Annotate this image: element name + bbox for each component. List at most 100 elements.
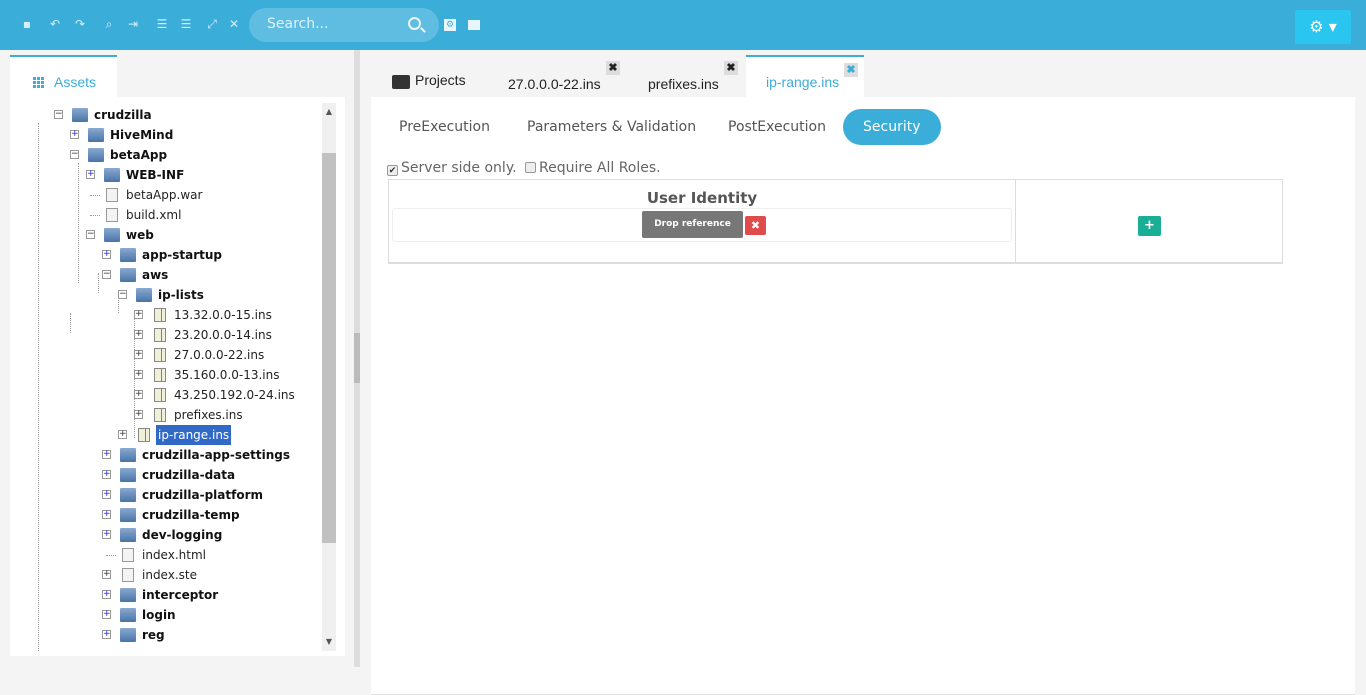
tree-item[interactable]: build.xml [10,205,322,225]
tree-item-label[interactable]: crudzilla-platform [140,485,265,505]
expand-toggle-icon[interactable]: + [102,530,111,539]
tree-item[interactable]: + WEB-INF [10,165,322,185]
collapse-toggle-icon[interactable]: − [70,150,79,159]
tab-27-ins[interactable]: 27.0.0.0-22.ins ✖ [492,59,622,101]
tree-item-label[interactable]: 43.250.192.0-24.ins [172,385,297,405]
tree-item[interactable]: − web [10,225,322,245]
expand-toggle-icon[interactable]: + [102,630,111,639]
server-side-only-checkbox[interactable]: ✔ [387,165,398,176]
expand-toggle-icon[interactable]: + [102,490,111,499]
tree-item[interactable]: +35.160.0.0-13.ins [10,365,322,385]
tree-item[interactable]: betaApp.war [10,185,322,205]
expand-toggle-icon[interactable]: + [134,350,143,359]
tree-item[interactable]: + ip-range.ins [10,425,322,445]
require-all-roles-checkbox[interactable] [525,162,537,173]
drop-reference-zone[interactable]: Drop reference here. [642,211,743,256]
expand-toggle-icon[interactable]: + [118,430,127,439]
subtab-parameters-validation[interactable]: Parameters & Validation [507,109,716,145]
expand-toggle-icon[interactable]: + [102,510,111,519]
tree-item[interactable]: + crudzilla-app-settings [10,445,322,465]
tree-item[interactable]: + crudzilla-temp [10,505,322,525]
tree-item-label[interactable]: 23.20.0.0-14.ins [172,325,274,345]
tree-item-label[interactable]: WEB-INF [124,165,186,185]
expand-toggle-icon[interactable]: + [102,450,111,459]
delete-button[interactable]: ✖ [745,216,766,235]
tree-scrollbar[interactable]: ▲ ▼ [322,103,336,651]
add-button[interactable]: + [1138,216,1161,236]
tree-item-label[interactable]: betaApp [108,145,169,165]
expand-toggle-icon[interactable]: + [86,170,95,179]
tree-item-label[interactable]: dev-logging [140,525,224,545]
expand-toggle-icon[interactable]: + [102,610,111,619]
collapse-icon[interactable]: ✕ [227,17,241,31]
expand-icon[interactable]: ⤢ [205,17,219,31]
scroll-thumb[interactable] [322,153,336,543]
tree-item[interactable]: − betaApp [10,145,322,165]
scroll-down-arrow[interactable]: ▼ [322,635,336,649]
expand-toggle-icon[interactable]: + [102,570,111,579]
close-icon[interactable]: ✖ [724,61,738,75]
tree-item[interactable]: − crudzilla [10,105,322,125]
tab-ip-range-ins[interactable]: ip-range.ins ✖ [746,55,864,97]
scroll-up-arrow[interactable]: ▲ [322,105,336,119]
tree-item[interactable]: +13.32.0.0-15.ins [10,305,322,325]
tree-item[interactable]: + interceptor [10,585,322,605]
find-icon[interactable]: ⌕ [102,17,116,31]
tree-item[interactable]: + crudzilla-data [10,465,322,485]
expand-toggle-icon[interactable]: + [102,470,111,479]
tab-prefixes-ins[interactable]: prefixes.ins ✖ [630,59,745,101]
tab-projects[interactable]: Projects [380,55,500,97]
close-icon[interactable]: ✖ [844,63,858,77]
tree-item-label[interactable]: crudzilla-temp [140,505,242,525]
align-left-icon[interactable]: ☰ [155,17,169,31]
panel-icon[interactable] [468,20,480,30]
tree-item-label[interactable]: crudzilla [92,105,154,125]
collapse-toggle-icon[interactable]: − [54,110,63,119]
tree-item-label[interactable]: ip-lists [156,285,206,305]
server-side-only-option[interactable]: ✔ Server side only. Require All Roles. [387,160,661,176]
tree-item-label[interactable]: betaApp.war [124,185,204,205]
expand-toggle-icon[interactable]: + [70,130,79,139]
settings-dropdown-button[interactable]: ⚙ ▾ [1295,10,1351,44]
expand-toggle-icon[interactable]: + [134,370,143,379]
tree-item-label[interactable]: app-startup [140,245,224,265]
tree-item-label[interactable]: 27.0.0.0-22.ins [172,345,266,365]
tree-item[interactable]: − aws [10,265,322,285]
tree-item-label[interactable]: 35.160.0.0-13.ins [172,365,282,385]
redo-icon[interactable]: ↷ [73,17,87,31]
tree-item[interactable]: + app-startup [10,245,322,265]
expand-toggle-icon[interactable]: + [134,330,143,339]
tree-item[interactable]: +43.250.192.0-24.ins [10,385,322,405]
settings-small-icon[interactable]: ⚙ [444,19,456,31]
search-input[interactable] [267,16,397,32]
tree-item[interactable]: +27.0.0.0-22.ins [10,345,322,365]
tree-item-label[interactable]: login [140,605,178,625]
tree-item-label[interactable]: build.xml [124,205,183,225]
close-icon[interactable]: ✖ [606,61,620,75]
tree-item-label[interactable]: index.html [140,545,208,565]
tree-item-label[interactable]: ip-range.ins [156,425,232,445]
tree-item-label[interactable]: reg [140,625,167,645]
tree-item-label[interactable]: 13.32.0.0-15.ins [172,305,274,325]
tree-item-label[interactable]: crudzilla-data [140,465,237,485]
tree-item[interactable]: + dev-logging [10,525,322,545]
undo-icon[interactable]: ↶ [48,17,62,31]
tree-item[interactable]: + reg [10,625,322,645]
expand-toggle-icon[interactable]: + [102,250,111,259]
expand-toggle-icon[interactable]: + [102,590,111,599]
expand-toggle-icon[interactable]: + [134,410,143,419]
tree-item[interactable]: +23.20.0.0-14.ins [10,325,322,345]
tree-item[interactable]: − ip-lists [10,285,322,305]
subtab-preexecution[interactable]: PreExecution [379,109,510,145]
collapse-toggle-icon[interactable]: − [86,230,95,239]
subtab-security[interactable]: Security [843,109,941,145]
tab-assets[interactable]: Assets [10,55,117,97]
indent-icon[interactable]: ⇥ [126,17,140,31]
tree-item[interactable]: + login [10,605,322,625]
align-right-icon[interactable]: ☰ [179,17,193,31]
subtab-postexecution[interactable]: PostExecution [708,109,846,145]
tree-item[interactable]: + HiveMind [10,125,322,145]
tree-item-label[interactable]: aws [140,265,170,285]
tree-item-label[interactable]: crudzilla-app-settings [140,445,292,465]
tree-item-label[interactable]: web [124,225,156,245]
